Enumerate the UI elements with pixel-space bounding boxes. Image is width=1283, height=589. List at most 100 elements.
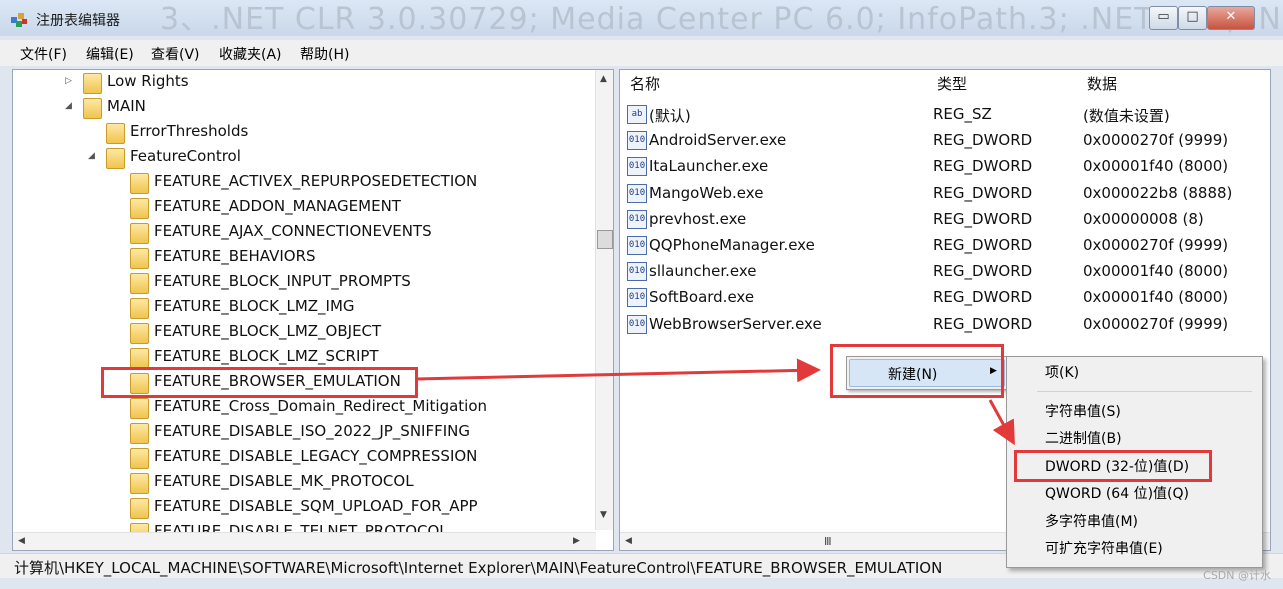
column-header-type[interactable]: 类型	[927, 70, 1078, 98]
tree-item-label: FEATURE_DISABLE_MK_PROTOCOL	[154, 472, 414, 490]
string-value-icon: ab	[627, 105, 647, 124]
dword-value-icon: 010	[627, 183, 647, 203]
tree-item[interactable]: FEATURE_DISABLE_SQM_UPLOAD_FOR_APP	[13, 495, 593, 520]
dword-value-icon: 010	[627, 131, 647, 151]
collapse-icon[interactable]: ◢	[88, 151, 95, 161]
scroll-left-icon[interactable]: ◀	[625, 536, 632, 546]
expand-icon[interactable]: ▷	[65, 76, 72, 86]
dword-value-icon: 010	[627, 157, 647, 177]
tree-item-label: FEATURE_BLOCK_INPUT_PROMPTS	[154, 272, 411, 290]
folder-icon	[130, 348, 149, 369]
folder-icon	[130, 423, 149, 444]
value-row[interactable]: 010 sllauncher.exe REG_DWORD 0x00001f40 (80…	[620, 259, 1260, 284]
folder-icon	[130, 248, 149, 269]
submenu-item-qword-value[interactable]: QWORD (64 位)值(Q)	[1045, 483, 1189, 503]
tree-item-label: FeatureControl	[130, 147, 241, 165]
column-header-name[interactable]: 名称	[620, 70, 928, 98]
tree-item[interactable]: FEATURE_DISABLE_LEGACY_COMPRESSION	[13, 445, 593, 470]
scroll-grip-icon[interactable]: Ⅲ	[824, 535, 832, 548]
menu-view[interactable]: 查看(V)	[151, 44, 200, 64]
folder-icon	[130, 298, 149, 319]
value-type: REG_DWORD	[933, 262, 1033, 281]
title-bar[interactable]: 3、.NET CLR 3.0.30729; Media Center PC 6.…	[0, 0, 1283, 37]
menu-file[interactable]: 文件(F)	[20, 44, 67, 64]
scroll-up-icon[interactable]: ▲	[600, 74, 607, 84]
value-type: REG_SZ	[933, 105, 992, 123]
status-path: 计算机\HKEY_LOCAL_MACHINE\SOFTWARE\Microsof…	[14, 559, 943, 577]
folder-icon	[130, 448, 149, 469]
tree-item[interactable]: ErrorThresholds	[13, 120, 593, 145]
registry-key-tree[interactable]: ▷ Low Rights ◢ MAIN ErrorThresholds ◢ FeatureC…	[12, 69, 614, 551]
value-data: 0x00001f40 (8000)	[1083, 288, 1229, 307]
tree-item[interactable]: FEATURE_AJAX_CONNECTIONEVENTS	[13, 220, 593, 245]
tree-vertical-scrollbar[interactable]: ▲ ▼	[595, 70, 613, 530]
collapse-icon[interactable]: ◢	[65, 101, 72, 111]
folder-icon	[130, 323, 149, 344]
tree-item[interactable]: FEATURE_ACTIVEX_REPURPOSEDETECTION	[13, 170, 593, 195]
scroll-right-icon[interactable]: ▶	[573, 536, 580, 546]
tree-item[interactable]: FEATURE_BLOCK_INPUT_PROMPTS	[13, 270, 593, 295]
dword-value-icon: 010	[627, 314, 647, 334]
annotation-box-browser-emulation	[101, 367, 418, 398]
submenu-item-multi-string-value[interactable]: 多字符串值(M)	[1045, 511, 1138, 531]
tree-item[interactable]: ▷ Low Rights	[13, 70, 593, 95]
value-name: QQPhoneManager.exe	[649, 236, 815, 254]
value-data: 0x000022b8 (8888)	[1083, 183, 1233, 202]
tree-item[interactable]: FEATURE_DISABLE_ISO_2022_JP_SNIFFING	[13, 420, 593, 445]
value-row[interactable]: 010 WebBrowserServer.exe REG_DWORD 0x000027…	[620, 312, 1260, 337]
tree-item[interactable]: FEATURE_BLOCK_LMZ_OBJECT	[13, 320, 593, 345]
tree-item[interactable]: FEATURE_BLOCK_LMZ_IMG	[13, 295, 593, 320]
submenu-item-string-value[interactable]: 字符串值(S)	[1045, 401, 1121, 421]
tree-item[interactable]: FEATURE_ADDON_MANAGEMENT	[13, 195, 593, 220]
scroll-left-icon[interactable]: ◀	[18, 536, 25, 546]
menu-edit[interactable]: 编辑(E)	[86, 44, 134, 64]
value-row[interactable]: 010 ItaLauncher.exe REG_DWORD 0x00001f40 (8…	[620, 154, 1260, 179]
value-name: (默认)	[649, 107, 691, 125]
value-row[interactable]: 010 SoftBoard.exe REG_DWORD 0x00001f40 (800…	[620, 285, 1260, 310]
value-name: sllauncher.exe	[649, 262, 757, 281]
tree-item-label: FEATURE_ACTIVEX_REPURPOSEDETECTION	[154, 172, 478, 190]
dword-value-icon: 010	[627, 236, 647, 255]
menu-favorites[interactable]: 收藏夹(A)	[219, 44, 282, 64]
scroll-down-icon[interactable]: ▼	[600, 510, 607, 520]
tree-item-label: Low Rights	[107, 72, 189, 90]
submenu-item-expandable-string-value[interactable]: 可扩充字符串值(E)	[1045, 538, 1163, 558]
value-type: REG_DWORD	[933, 157, 1033, 176]
value-row[interactable]: 010 MangoWeb.exe REG_DWORD 0x000022b8 (8888…	[620, 181, 1260, 206]
tree-item[interactable]: FEATURE_DISABLE_MK_PROTOCOL	[13, 470, 593, 495]
value-row[interactable]: 010 QQPhoneManager.exe REG_DWORD 0x0000270f…	[620, 233, 1260, 258]
menu-help[interactable]: 帮助(H)	[300, 44, 349, 64]
tree-item[interactable]: FEATURE_Cross_Domain_Redirect_Mitigation	[13, 395, 593, 420]
maximize-button[interactable]: □	[1178, 6, 1207, 30]
value-type: REG_DWORD	[933, 131, 1033, 150]
tree-item[interactable]: ◢ MAIN	[13, 95, 593, 120]
tree-item[interactable]: FEATURE_BEHAVIORS	[13, 245, 593, 270]
value-row[interactable]: ab (默认) REG_SZ (数值未设置)	[620, 102, 1260, 127]
folder-icon	[130, 173, 149, 194]
value-row[interactable]: 010 AndroidServer.exe REG_DWORD 0x0000270f …	[620, 128, 1260, 153]
tree-item-label: FEATURE_BLOCK_LMZ_OBJECT	[154, 322, 382, 340]
value-data: 0x0000270f (9999)	[1083, 314, 1229, 333]
dword-value-icon: 010	[627, 209, 647, 229]
folder-icon	[130, 473, 149, 494]
folder-icon	[106, 148, 125, 169]
minimize-button[interactable]: ▭	[1149, 6, 1178, 30]
submenu-item-key[interactable]: 项(K)	[1045, 362, 1079, 382]
folder-icon	[130, 498, 149, 519]
value-name: WebBrowserServer.exe	[649, 314, 822, 333]
close-button[interactable]: ✕	[1207, 6, 1255, 30]
registry-editor-window: 3、.NET CLR 3.0.30729; Media Center PC 6.…	[0, 0, 1283, 589]
tree-horizontal-scrollbar[interactable]: ◀ ▶	[13, 532, 596, 550]
value-row[interactable]: 010 prevhost.exe REG_DWORD 0x00000008 (8)	[620, 207, 1260, 232]
tree-scroll-thumb[interactable]	[597, 230, 613, 249]
value-type: REG_DWORD	[933, 236, 1033, 254]
watermark: CSDN @计水	[1203, 569, 1271, 582]
submenu-item-binary-value[interactable]: 二进制值(B)	[1045, 428, 1122, 448]
folder-icon	[130, 398, 149, 419]
tree-item[interactable]: ◢ FeatureControl	[13, 145, 593, 170]
value-type: REG_DWORD	[933, 183, 1033, 202]
column-header-data[interactable]: 数据	[1077, 70, 1270, 98]
tree-item-label: FEATURE_AJAX_CONNECTIONEVENTS	[154, 222, 432, 240]
folder-icon	[83, 98, 102, 119]
folder-icon	[130, 198, 149, 219]
